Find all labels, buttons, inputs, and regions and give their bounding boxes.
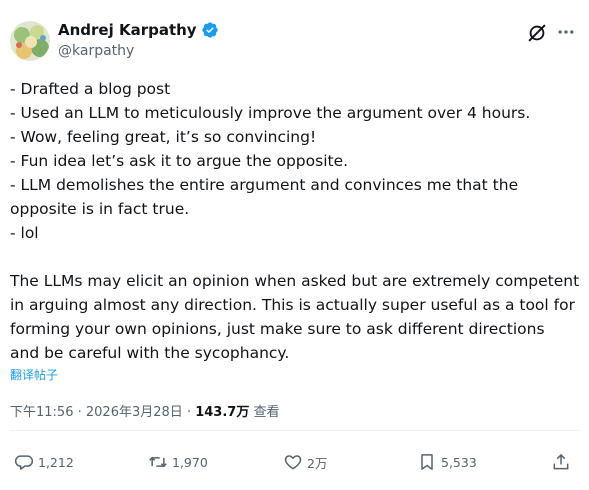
author-handle[interactable]: @karpathy (58, 43, 219, 59)
tweet-line: - Fun idea let’s ask it to argue the opp… (10, 152, 349, 170)
tweet-line: forming your own opinions, just make sur… (10, 320, 545, 338)
tweet-line: - Wow, feeling great, it’s so convincing… (10, 128, 317, 146)
reply-button[interactable]: 1,212 (14, 451, 74, 473)
tweet-line: and be careful with the sycophancy. (10, 344, 290, 362)
more-icon[interactable] (556, 22, 576, 42)
bookmark-count: 5,533 (441, 454, 477, 470)
tweet-line: - LLM demolishes the entire argument and… (10, 176, 519, 194)
like-count: 2万 (307, 455, 328, 471)
repost-count: 1,970 (172, 454, 208, 470)
meta-separator: · (186, 405, 192, 420)
tweet-meta: 下午11:56 · 2026年3月28日 · 143.7万 查看 (10, 401, 280, 420)
verified-badge-icon (201, 21, 219, 39)
repost-button[interactable]: 1,970 (148, 451, 208, 473)
reply-icon (14, 452, 34, 472)
share-icon (551, 452, 571, 472)
author-block: Andrej Karpathy @karpathy (58, 20, 219, 59)
avatar-image (10, 21, 50, 61)
tweet-line: - Drafted a blog post (10, 80, 171, 98)
tweet-line: - lol (10, 224, 39, 242)
author-name[interactable]: Andrej Karpathy (58, 21, 197, 39)
view-count: 143.7万 (195, 405, 250, 420)
meta-separator: · (77, 405, 82, 420)
divider (10, 430, 580, 431)
tweet-date[interactable]: 2026年3月28日 (86, 405, 183, 420)
translate-link[interactable]: 翻译帖子 (10, 366, 58, 383)
reply-count: 1,212 (38, 454, 74, 470)
tweet-line: - Used an LLM to meticulously improve th… (10, 104, 531, 122)
tweet-line: in arguing almost any direction. This is… (10, 296, 575, 314)
avatar[interactable] (10, 21, 50, 61)
grok-icon[interactable] (526, 22, 548, 44)
tweet-line: The LLMs may elicit an opinion when aske… (10, 272, 580, 290)
tweet-time[interactable]: 下午11:56 (10, 405, 73, 420)
repost-icon (148, 452, 168, 472)
share-button[interactable] (551, 451, 571, 473)
bookmark-icon (417, 452, 437, 472)
heart-icon (283, 452, 303, 472)
tweet-detail: Andrej Karpathy @karpathy - Drafted a bl… (0, 0, 589, 490)
bookmark-button[interactable]: 5,533 (417, 451, 477, 473)
tweet-text: - Drafted a blog post - Used an LLM to m… (10, 77, 585, 365)
tweet-line: opposite is in fact true. (10, 200, 190, 218)
like-button[interactable]: 2万 (283, 451, 327, 473)
view-label: 查看 (253, 405, 280, 420)
